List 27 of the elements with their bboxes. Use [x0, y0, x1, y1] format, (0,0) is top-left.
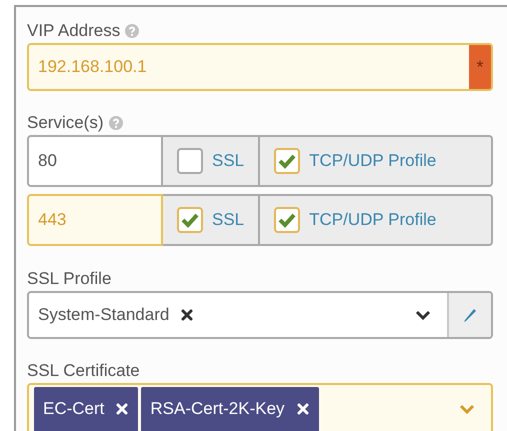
checkmark-icon — [278, 154, 296, 168]
checkbox-option[interactable]: SSL — [163, 135, 260, 187]
required-marker: * — [469, 45, 491, 89]
selected-value: System-Standard — [38, 305, 170, 325]
checkbox[interactable] — [177, 207, 203, 233]
chevron-down-icon[interactable] — [415, 310, 431, 320]
checkmark-icon — [181, 212, 199, 228]
port-field[interactable]: 443 — [27, 194, 163, 246]
ssl-profile-select[interactable]: System-Standard — [27, 291, 493, 339]
checkmark-icon — [278, 212, 296, 228]
remove-icon[interactable] — [181, 309, 194, 321]
field-label: Service(s) — [27, 113, 104, 133]
pencil-icon — [462, 307, 478, 323]
field-label: SSL Certificate — [27, 361, 140, 381]
field-label: SSL Profile — [27, 269, 112, 289]
field-label: VIP Address — [27, 21, 120, 41]
port-field[interactable]: 80 — [27, 135, 163, 187]
checkbox-option[interactable]: SSL — [163, 194, 260, 246]
certificate-tag[interactable]: EC-Cert — [34, 387, 138, 431]
checkbox[interactable] — [274, 148, 300, 174]
checkbox[interactable] — [274, 207, 300, 233]
checkbox[interactable] — [177, 148, 203, 174]
ssl-certificate-select[interactable]: EC-Cert RSA-Cert-2K-Key — [27, 383, 493, 431]
checkbox-option[interactable]: TCP/UDP Profile — [260, 135, 493, 187]
checkbox-option[interactable]: TCP/UDP Profile — [260, 194, 493, 246]
vip-address-field[interactable]: 192.168.100.1 * — [27, 43, 493, 91]
certificate-tag[interactable]: RSA-Cert-2K-Key — [141, 387, 319, 431]
